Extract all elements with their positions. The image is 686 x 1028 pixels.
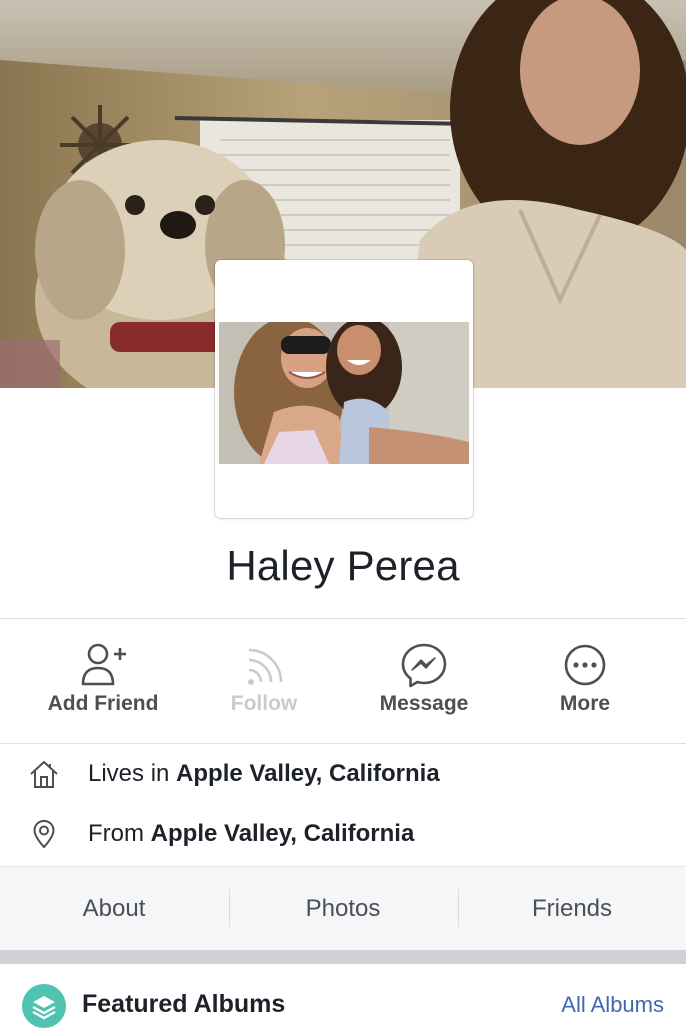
- featured-albums-title: Featured Albums: [82, 990, 286, 1018]
- profile-name: Haley Perea: [226, 542, 460, 589]
- add-friend-button[interactable]: Add Friend: [18, 620, 188, 742]
- from-text: From Apple Valley, California: [88, 820, 415, 847]
- follow-label: Follow: [230, 692, 298, 715]
- profile-tabs: About Photos Friends: [0, 866, 686, 951]
- tab-friends[interactable]: Friends: [458, 867, 686, 951]
- add-friend-label: Add Friend: [47, 692, 159, 715]
- section-separator: [0, 950, 686, 964]
- featured-albums-icon: [22, 984, 66, 1028]
- profile-photo-image: [219, 322, 469, 464]
- message-label: Message: [379, 692, 469, 715]
- more-icon: [564, 644, 606, 686]
- tab-about[interactable]: About: [0, 867, 228, 951]
- divider: [0, 618, 686, 619]
- featured-albums-header: Featured Albums All Albums: [0, 964, 686, 1028]
- all-albums-link[interactable]: All Albums: [561, 992, 664, 1018]
- from-row[interactable]: From Apple Valley, California: [0, 804, 686, 864]
- lives-in-row[interactable]: Lives in Apple Valley, California: [0, 744, 686, 804]
- lives-in-text: Lives in Apple Valley, California: [88, 760, 440, 787]
- lives-in-place[interactable]: Apple Valley, California: [176, 760, 440, 787]
- location-pin-icon: [33, 820, 55, 848]
- follow-button[interactable]: Follow: [179, 620, 349, 742]
- action-bar: Add Friend Follow Message More: [0, 620, 686, 742]
- from-place[interactable]: Apple Valley, California: [151, 820, 415, 847]
- tab-photos[interactable]: Photos: [229, 867, 457, 951]
- follow-icon: [248, 648, 283, 685]
- messenger-icon: [401, 643, 447, 688]
- more-label: More: [559, 692, 611, 715]
- add-friend-icon: [81, 643, 126, 686]
- more-button[interactable]: More: [500, 620, 670, 742]
- profile-picture[interactable]: [215, 260, 473, 518]
- home-icon: [30, 761, 58, 788]
- message-button[interactable]: Message: [339, 620, 509, 742]
